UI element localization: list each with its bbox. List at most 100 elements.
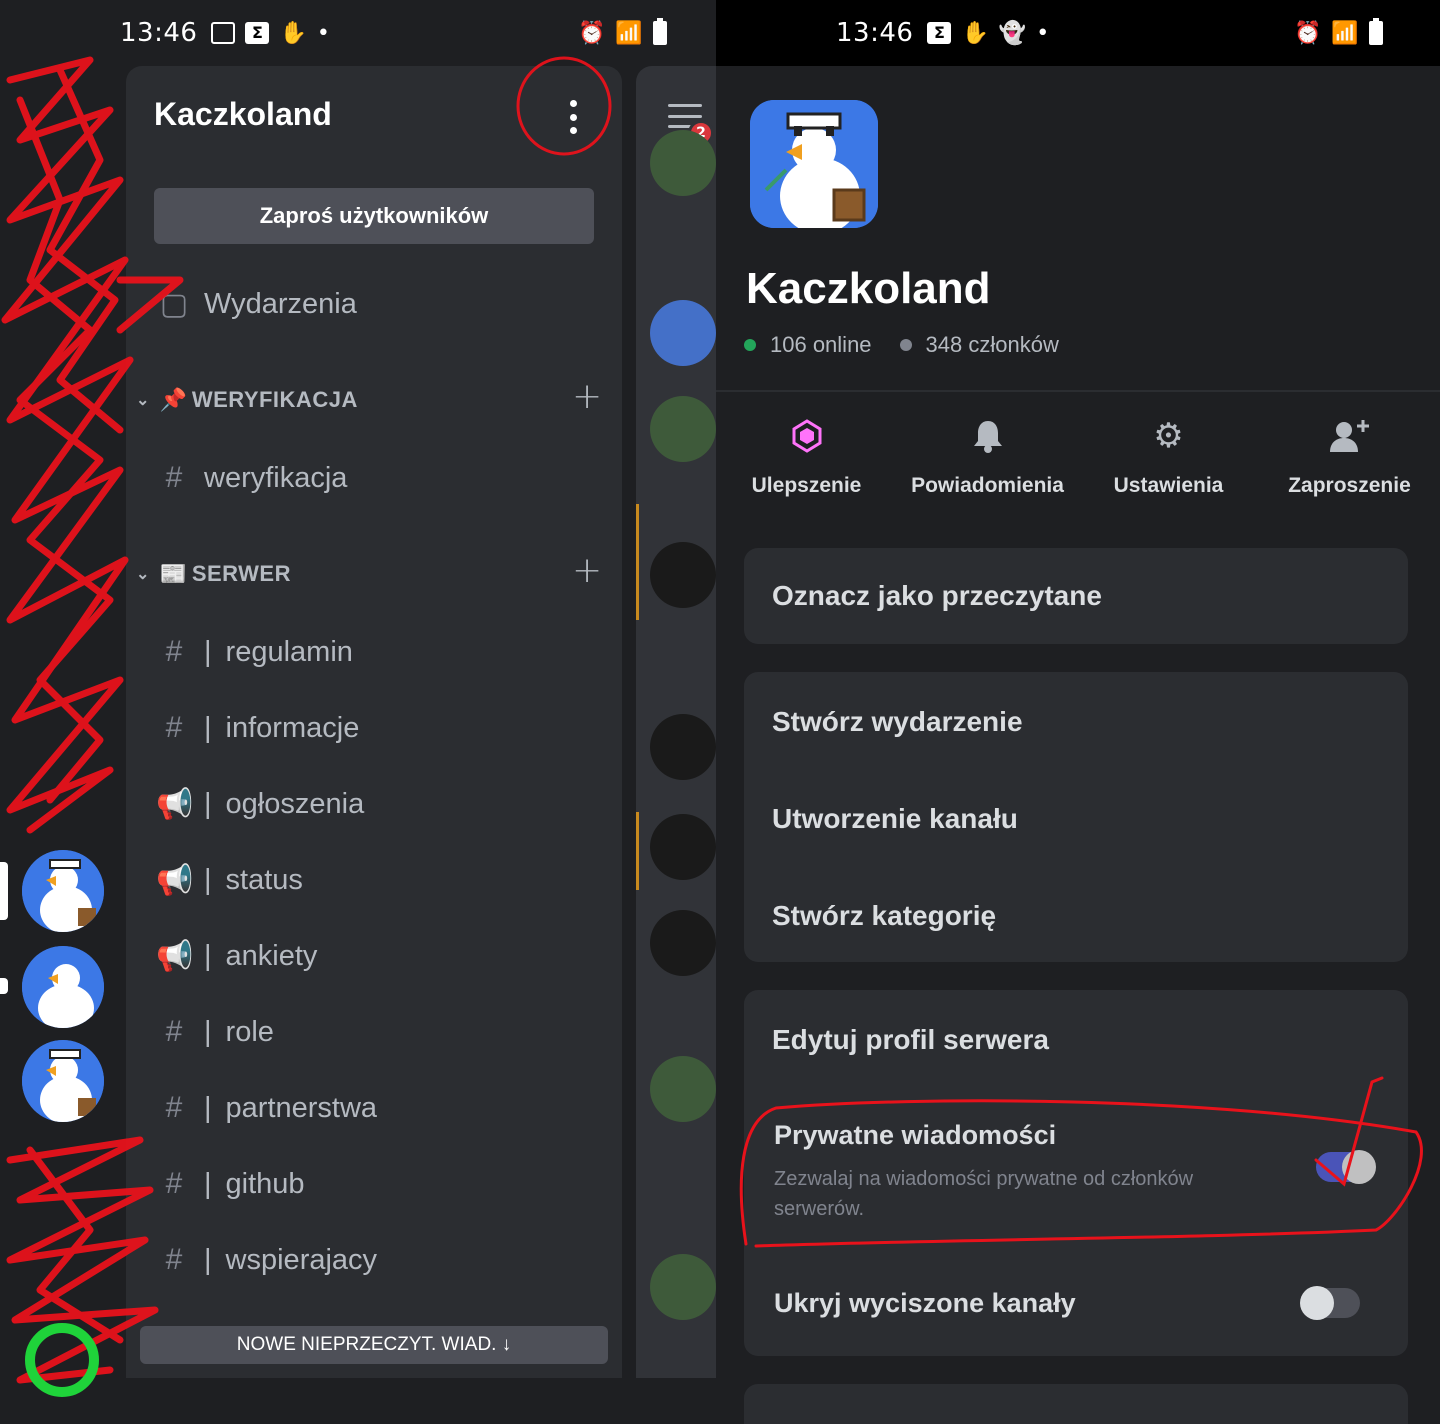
newspaper-icon: 📰 (159, 561, 188, 586)
avatar (650, 1056, 716, 1122)
online-dot-icon (744, 339, 756, 351)
new-messages-bar[interactable]: NOWE NIEPRZECZYT. WIAD. ↓ (140, 1326, 608, 1364)
channel-ankiety[interactable]: 📢 | ankiety (156, 932, 317, 980)
profile-card: Edytuj profil serwera Prywatne wiadomośc… (744, 990, 1408, 1356)
gear-icon: ⚙ (1153, 416, 1184, 456)
right-screen: 13:46 Σ ✋ 👻 • ⏰ 📶 Kaczkoland 106 online … (716, 0, 1440, 1424)
more-options-icon[interactable] (562, 100, 584, 134)
avatar (650, 910, 716, 976)
server-rail (0, 66, 126, 1424)
invite-button[interactable]: Zaproś użytkowników (154, 188, 594, 244)
channel-ogloszenia[interactable]: 📢 | ogłoszenia (156, 780, 364, 828)
hash-icon: # (165, 461, 183, 494)
dot-icon: • (1036, 20, 1050, 46)
server-name: Kaczkoland (746, 264, 991, 313)
hash-icon: # (165, 1015, 183, 1048)
dm-toggle[interactable] (1316, 1150, 1376, 1184)
bottom-nav (0, 1378, 716, 1424)
dot-icon: • (316, 20, 330, 46)
channel-wspierajacy[interactable]: # | wspierajacy (156, 1236, 377, 1284)
channel-status[interactable]: 📢 | status (156, 856, 303, 904)
create-category-button[interactable]: Stwórz kategorię (772, 900, 996, 932)
calendar-icon: ▢ (159, 287, 189, 321)
mark-read-card: Oznacz jako przeczytane (744, 548, 1408, 644)
dm-toggle-description: Zezwalaj na wiadomości prywatne od człon… (774, 1168, 1194, 1220)
notifications-button[interactable]: Powiadomienia (897, 410, 1078, 498)
selected-indicator (0, 862, 8, 920)
hash-icon: # (165, 711, 183, 744)
boost-button[interactable]: Ulepszenie (716, 410, 897, 498)
channel-informacje[interactable]: # | informacje (156, 704, 360, 752)
sigma-icon: Σ (927, 22, 952, 44)
category-serwer[interactable]: ⌄ 📰 SERWER (136, 554, 291, 594)
hide-muted-label: Ukryj wyciszone kanały (774, 1288, 1076, 1318)
hide-muted-toggle[interactable] (1300, 1286, 1360, 1320)
channel-github[interactable]: # | github (156, 1160, 305, 1208)
channel-label: weryfikacja (204, 461, 348, 494)
channel-partnerstwa[interactable]: # | partnerstwa (156, 1084, 377, 1132)
battery-icon (652, 18, 667, 45)
server-icon-duck[interactable] (22, 946, 104, 1028)
status-bar: 13:46 Σ ✋ • ⏰ 📶 (0, 0, 716, 66)
hash-icon: # (165, 635, 183, 668)
avatar (650, 814, 716, 880)
chevron-down-icon: ⌄ (136, 566, 150, 583)
online-count: 106 online (770, 332, 872, 357)
events-row[interactable]: ▢ Wydarzenia (156, 280, 357, 328)
channel-label: regulamin (225, 635, 353, 668)
status-bar: 13:46 Σ ✋ 👻 • ⏰ 📶 (716, 0, 1440, 66)
avatar (650, 130, 716, 196)
category-label: SERWER (191, 561, 291, 586)
avatar (650, 1254, 716, 1320)
channel-label: role (225, 1015, 274, 1048)
channel-label: informacje (225, 711, 360, 744)
category-weryfikacja[interactable]: ⌄ 📌 WERYFIKACJA (136, 380, 358, 420)
next-card (744, 1384, 1408, 1424)
category-label: WERYFIKACJA (191, 387, 358, 412)
action-row: Ulepszenie Powiadomienia ⚙ Ustawienia Za… (716, 410, 1440, 498)
channel-label: ankiety (225, 939, 318, 972)
gallery-icon (211, 22, 236, 44)
edit-server-profile-button[interactable]: Edytuj profil serwera (772, 1024, 1049, 1056)
channel-weryfikacja[interactable]: # weryfikacja (156, 454, 348, 502)
pin-icon: 📌 (159, 387, 188, 412)
megaphone-icon: 📢 (156, 787, 194, 821)
hash-icon: # (165, 1167, 183, 1200)
member-count: 348 członków (925, 332, 1059, 357)
add-channel-icon[interactable]: + (572, 550, 602, 591)
add-channel-icon[interactable]: + (572, 376, 602, 417)
hand-icon: ✋ (279, 20, 307, 46)
mark-read-button[interactable]: Oznacz jako przeczytane (772, 580, 1102, 612)
avatar (650, 714, 716, 780)
sigma-icon: Σ (245, 22, 270, 44)
boost-icon (792, 410, 822, 462)
hash-icon: # (165, 1091, 183, 1124)
channel-label: partnerstwa (225, 1091, 378, 1124)
hand-icon: ✋ (961, 20, 989, 46)
megaphone-icon: 📢 (156, 939, 194, 973)
hash-icon: # (165, 1243, 183, 1276)
channel-label: wspierajacy (225, 1243, 378, 1276)
channel-role[interactable]: # | role (156, 1008, 274, 1056)
status-time: 13:46 (120, 18, 198, 48)
chat-peek: 2 (636, 66, 716, 1378)
invite-action-button[interactable]: Zaproszenie (1259, 410, 1440, 498)
wifi-icon: 📶 (1331, 20, 1359, 46)
server-icon-duck-2[interactable] (22, 1040, 104, 1122)
alarm-icon: ⏰ (1294, 20, 1322, 46)
channel-regulamin[interactable]: # | regulamin (156, 628, 353, 676)
dm-toggle-title: Prywatne wiadomości (774, 1120, 1057, 1150)
left-screen: 13:46 Σ ✋ • ⏰ 📶 Kaczkoland Zaproś użytko… (0, 0, 716, 1424)
create-channel-button[interactable]: Utworzenie kanału (772, 803, 1018, 835)
battery-icon (1368, 18, 1383, 45)
create-card: Stwórz wydarzenie Utworzenie kanału Stwó… (744, 672, 1408, 962)
server-stats: 106 online 348 członków (744, 332, 1059, 358)
server-icon (750, 100, 878, 228)
create-event-button[interactable]: Stwórz wydarzenie (772, 706, 1023, 738)
server-icon-kaczkoland[interactable] (22, 850, 104, 932)
server-name: Kaczkoland (154, 96, 332, 132)
add-person-icon (1329, 410, 1370, 462)
megaphone-icon: 📢 (156, 863, 194, 897)
settings-button[interactable]: ⚙ Ustawienia (1078, 410, 1259, 498)
avatar (650, 300, 716, 366)
